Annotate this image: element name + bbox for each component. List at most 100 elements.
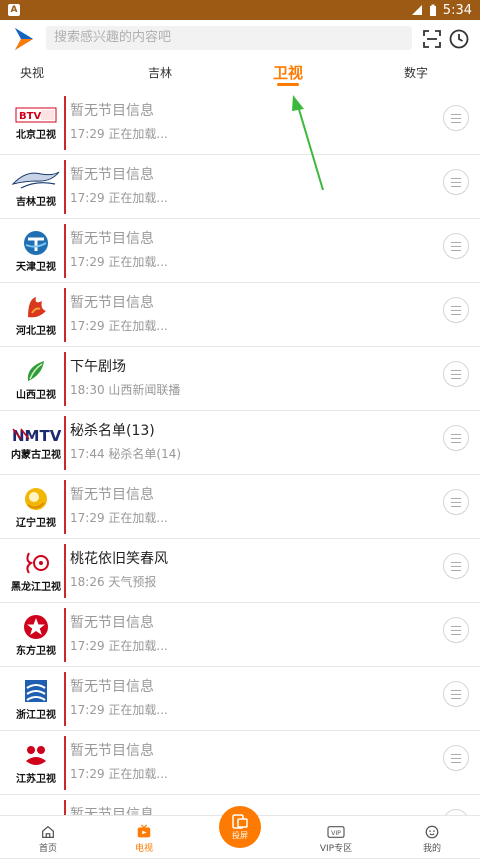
nav-vip[interactable]: VIP VIP专区 bbox=[306, 816, 366, 854]
search-input[interactable]: 搜索感兴趣的内容吧 bbox=[46, 26, 412, 50]
clock: 5:34 bbox=[442, 2, 472, 18]
tv-icon bbox=[137, 824, 151, 838]
program-subtitle: 17:29 正在加载... bbox=[70, 191, 168, 205]
nav-tv[interactable]: 电视 bbox=[114, 816, 174, 854]
row-divider bbox=[64, 352, 66, 406]
channel-logo: 黑龙江卫视 bbox=[8, 546, 64, 596]
battery-icon bbox=[429, 4, 436, 16]
notification-icon: A bbox=[8, 4, 20, 16]
app-logo-icon[interactable] bbox=[12, 26, 36, 52]
heilongjiang-logo-icon bbox=[26, 552, 49, 574]
jiangsu-logo-icon bbox=[26, 746, 46, 765]
program-title: 秘杀名单(13) bbox=[70, 423, 155, 439]
more-menu-icon[interactable] bbox=[443, 169, 469, 195]
channel-row[interactable]: 浙江卫视 暂无节目信息 17:29 正在加载... bbox=[0, 668, 480, 731]
channel-row[interactable]: 黑龙江卫视 桃花依旧笑春风 18:26 天气预报 bbox=[0, 540, 480, 603]
channel-row[interactable]: BTV 北京卫视 暂无节目信息 17:29 正在加载... bbox=[0, 92, 480, 155]
svg-text:VIP: VIP bbox=[331, 830, 341, 837]
channel-name: 内蒙古卫视 bbox=[11, 450, 61, 461]
history-clock-icon[interactable] bbox=[448, 28, 470, 50]
more-menu-icon[interactable] bbox=[443, 745, 469, 771]
program-subtitle: 17:29 正在加载... bbox=[70, 703, 168, 717]
program-title: 暂无节目信息 bbox=[70, 615, 154, 631]
channel-logo: 辽宁卫视 bbox=[8, 482, 64, 532]
channel-row[interactable]: 辽宁卫视 暂无节目信息 17:29 正在加载... bbox=[0, 476, 480, 539]
program-title: 暂无节目信息 bbox=[70, 103, 154, 119]
channel-name: 河北卫视 bbox=[16, 326, 56, 337]
more-menu-icon[interactable] bbox=[443, 297, 469, 323]
nav-vip-label: VIP专区 bbox=[319, 844, 353, 854]
channel-name: 吉林卫视 bbox=[16, 197, 56, 208]
more-menu-icon[interactable] bbox=[443, 425, 469, 451]
nmtv-logo-icon: NMTV bbox=[12, 427, 61, 445]
more-menu-icon[interactable] bbox=[443, 105, 469, 131]
program-title: 暂无节目信息 bbox=[70, 679, 154, 695]
program-subtitle: 17:29 正在加载... bbox=[70, 255, 168, 269]
more-menu-icon[interactable] bbox=[443, 553, 469, 579]
hebei-logo-icon bbox=[28, 297, 46, 318]
more-menu-icon[interactable] bbox=[443, 233, 469, 259]
nav-profile[interactable]: 我的 bbox=[402, 816, 462, 854]
channel-logo: 江苏卫视 bbox=[8, 738, 64, 788]
program-subtitle: 17:29 正在加载... bbox=[70, 767, 168, 781]
home-icon bbox=[42, 825, 54, 838]
channel-name: 天津卫视 bbox=[16, 262, 56, 273]
header: 搜索感兴趣的内容吧 bbox=[0, 20, 480, 58]
program-title: 暂无节目信息 bbox=[70, 743, 154, 759]
channel-row[interactable]: 河北卫视 暂无节目信息 17:29 正在加载... bbox=[0, 284, 480, 347]
row-divider bbox=[64, 480, 66, 534]
row-divider bbox=[64, 288, 66, 342]
more-menu-icon[interactable] bbox=[443, 361, 469, 387]
channel-name: 北京卫视 bbox=[16, 130, 56, 141]
program-title: 暂无节目信息 bbox=[70, 295, 154, 311]
channel-row[interactable]: NMTV 内蒙古卫视 秘杀名单(13) 17:44 秘杀名单(14) bbox=[0, 412, 480, 475]
nav-cast-button[interactable]: 投屏 bbox=[219, 806, 261, 848]
tab-digital[interactable]: 数字 bbox=[404, 64, 428, 81]
channel-row[interactable]: 山西卫视 下午剧场 18:30 山西新闻联播 bbox=[0, 348, 480, 411]
row-divider bbox=[64, 160, 66, 214]
scan-icon[interactable] bbox=[421, 28, 443, 50]
liaoning-logo-icon bbox=[25, 488, 47, 510]
row-divider bbox=[64, 608, 66, 662]
channel-logo: 天津卫视 bbox=[8, 226, 64, 276]
active-tab-indicator bbox=[277, 83, 299, 86]
row-divider bbox=[64, 416, 66, 470]
tianjin-logo-icon bbox=[24, 231, 48, 255]
row-divider bbox=[64, 224, 66, 278]
zhejiang-logo-icon bbox=[25, 680, 47, 702]
channel-row[interactable]: 江苏卫视 暂无节目信息 17:29 正在加载... bbox=[0, 732, 480, 795]
more-menu-icon[interactable] bbox=[443, 489, 469, 515]
channel-logo: 河北卫视 bbox=[8, 290, 64, 340]
tab-jilin[interactable]: 吉林 bbox=[148, 64, 172, 81]
program-subtitle: 17:29 正在加载... bbox=[70, 127, 168, 141]
channel-logo: 山西卫视 bbox=[8, 354, 64, 404]
nav-tv-label: 电视 bbox=[134, 844, 153, 854]
program-subtitle: 17:29 正在加载... bbox=[70, 319, 168, 333]
program-subtitle: 17:29 正在加载... bbox=[70, 639, 168, 653]
nav-home-label: 首页 bbox=[38, 844, 57, 854]
channel-name: 东方卫视 bbox=[16, 646, 56, 657]
row-divider bbox=[64, 544, 66, 598]
program-subtitle: 18:26 天气预报 bbox=[70, 575, 157, 589]
program-subtitle: 18:30 山西新闻联播 bbox=[70, 383, 181, 397]
channel-logo: NMTV 内蒙古卫视 bbox=[8, 418, 64, 468]
shanxi-logo-icon bbox=[27, 361, 44, 381]
channel-name: 浙江卫视 bbox=[16, 710, 56, 721]
nav-home[interactable]: 首页 bbox=[18, 816, 78, 854]
channel-name: 山西卫视 bbox=[16, 390, 56, 401]
more-menu-icon[interactable] bbox=[443, 681, 469, 707]
status-bar: A 5:34 bbox=[0, 0, 480, 20]
nav-profile-label: 我的 bbox=[422, 844, 441, 854]
row-divider bbox=[64, 736, 66, 790]
cast-icon bbox=[232, 813, 248, 829]
btv-logo-text: BTV bbox=[19, 111, 41, 122]
program-title: 暂无节目信息 bbox=[70, 167, 154, 183]
channel-row[interactable]: 吉林卫视 暂无节目信息 17:29 正在加载... bbox=[0, 156, 480, 219]
channel-row[interactable]: 东方卫视 暂无节目信息 17:29 正在加载... bbox=[0, 604, 480, 667]
category-tabs: 央视 吉林 卫视 数字 bbox=[0, 58, 480, 92]
row-divider bbox=[64, 96, 66, 150]
tab-satellite[interactable]: 卫视 bbox=[273, 62, 303, 83]
more-menu-icon[interactable] bbox=[443, 617, 469, 643]
tab-cctv[interactable]: 央视 bbox=[20, 64, 44, 81]
channel-row[interactable]: 天津卫视 暂无节目信息 17:29 正在加载... bbox=[0, 220, 480, 283]
